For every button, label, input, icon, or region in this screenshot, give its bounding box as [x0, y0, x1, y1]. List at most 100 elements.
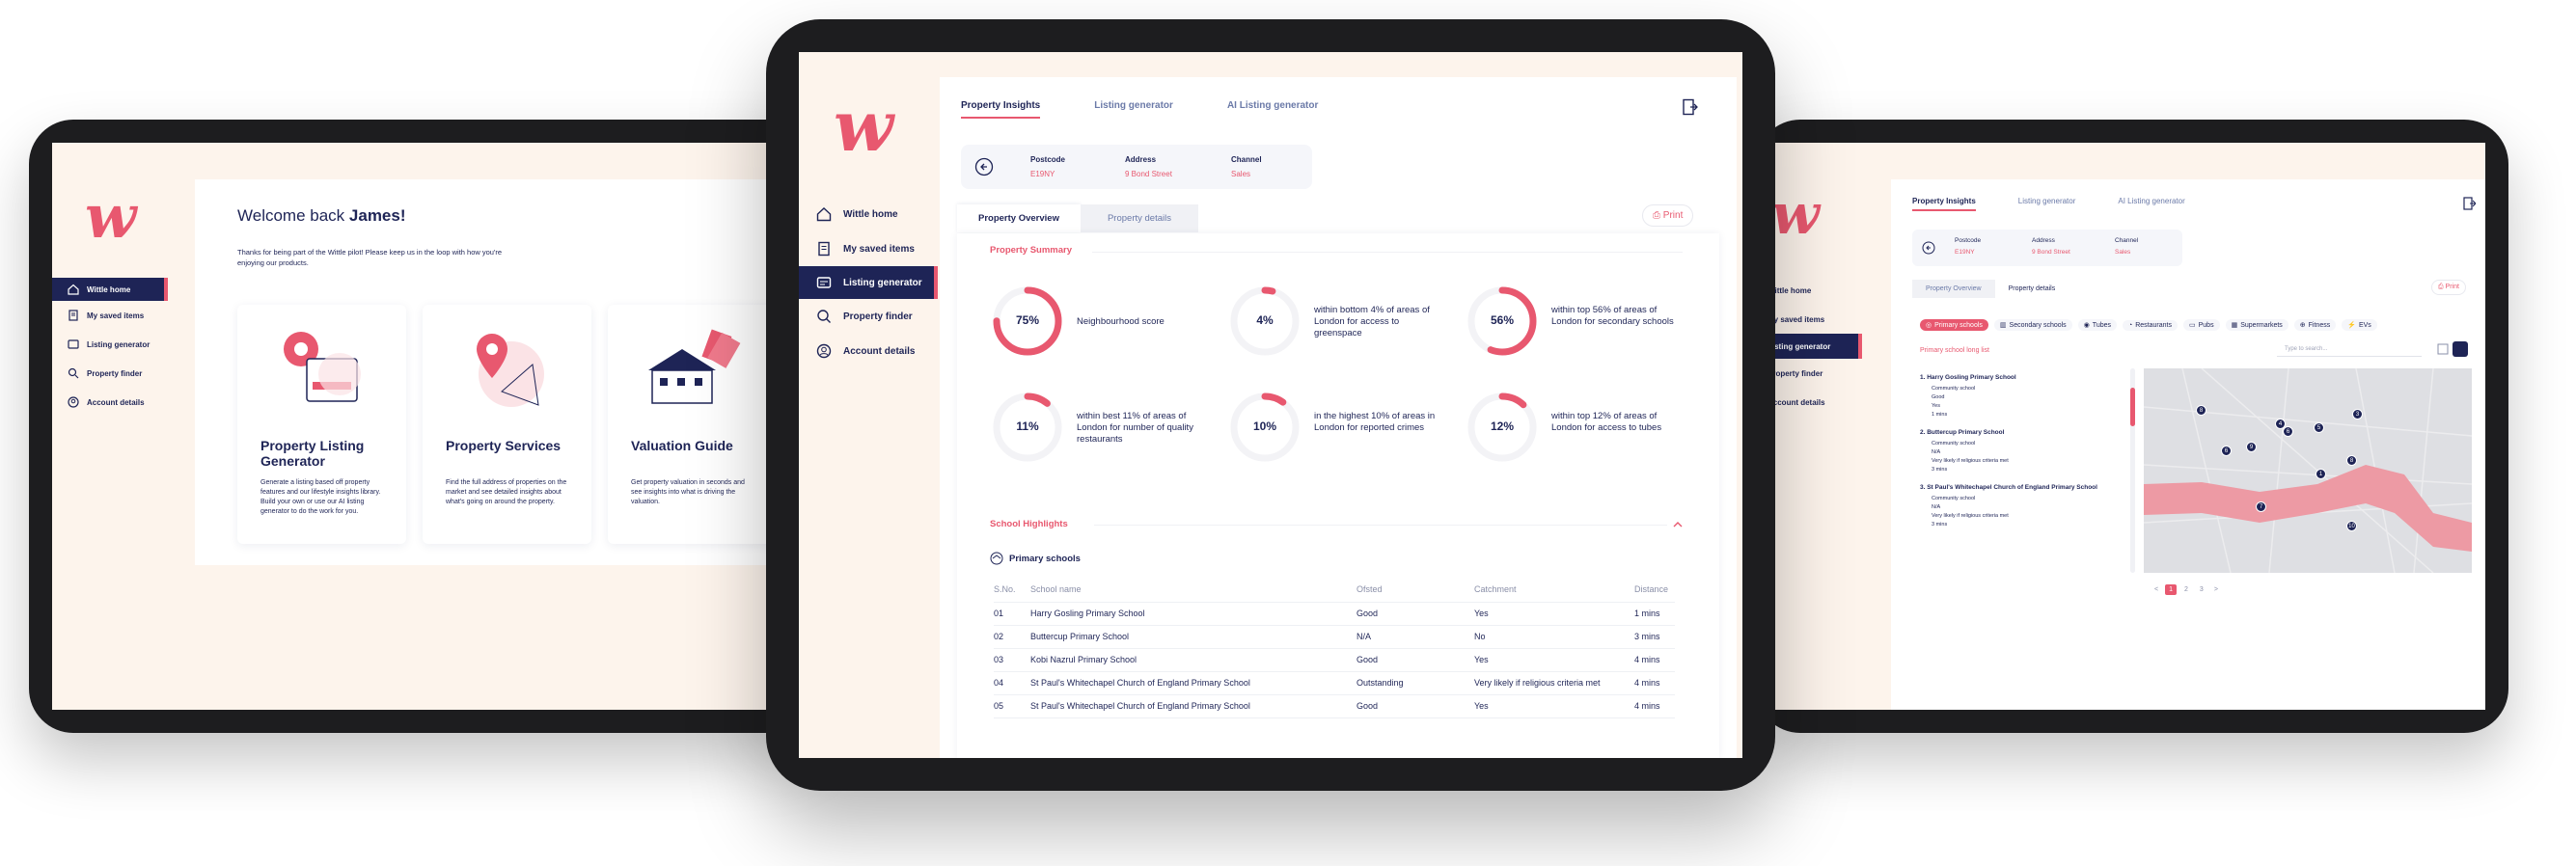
tab-property-insights[interactable]: Property Insights — [961, 100, 1041, 119]
logout-icon[interactable] — [1681, 98, 1698, 116]
sidebar-item-wittle-home[interactable]: Wittle home — [52, 278, 168, 301]
map[interactable]: 8 4 6 5 9 1 8 7 10 3 6 — [2144, 368, 2472, 573]
list-view-icon[interactable] — [2453, 341, 2468, 357]
subtab-property-details[interactable]: Property details — [1080, 204, 1198, 232]
table-row[interactable]: 05 St Paul's Whitechapel Church of Englan… — [994, 694, 1675, 718]
map-pin[interactable]: 8 — [2196, 405, 2206, 416]
cell: 4 mins — [1634, 648, 1675, 672]
chevron-up-icon[interactable] — [1673, 521, 1683, 528]
school-attr: Good — [1932, 394, 1945, 400]
cell: Good — [1357, 694, 1474, 718]
chip-tubes[interactable]: ◉ Tubes — [2077, 319, 2117, 331]
table-row[interactable]: 02 Buttercup Primary School N/A No 3 mins — [994, 625, 1675, 649]
map-pin[interactable]: 6 — [2283, 426, 2293, 437]
subtab-property-overview[interactable]: Property Overview — [1912, 280, 1995, 298]
table-row[interactable]: 04 St Paul's Whitechapel Church of Englan… — [994, 671, 1675, 695]
sidebar-item-label: Listing generator — [87, 339, 151, 349]
sidebar-item-property-finder[interactable]: Property finder — [52, 359, 168, 388]
tab-ai-listing-generator[interactable]: AI Listing generator — [2118, 197, 2184, 211]
cell: 04 — [994, 671, 1030, 695]
list-item[interactable]: 3. St Paul's Whitechapel Church of Engla… — [1920, 484, 2123, 529]
school-name: 2. Buttercup Primary School — [1920, 429, 2005, 436]
tab-property-insights[interactable]: Property Insights — [1912, 197, 1976, 211]
map-pin-illustration — [477, 334, 544, 407]
sidebar-item-listing-generator[interactable]: Listing generator — [799, 266, 938, 299]
print-button[interactable]: ⎙ Print — [1642, 204, 1694, 227]
wittle-logo[interactable]: w — [85, 181, 136, 252]
cell: Outstanding — [1357, 671, 1474, 695]
info-value: Sales — [2115, 249, 2131, 256]
sidebar-item-account-details[interactable]: Account details — [52, 388, 168, 417]
cell: Good — [1357, 648, 1474, 672]
subtab-property-details[interactable]: Property details — [1995, 280, 2069, 298]
map-pin[interactable]: 9 — [2246, 442, 2257, 452]
chip-secondary-schools[interactable]: ▥ Secondary schools — [1993, 319, 2072, 331]
pagination-page[interactable]: 2 — [2180, 584, 2192, 595]
kpi-description: Neighbourhood score — [1077, 316, 1165, 327]
chip-supermarkets[interactable]: ▦ Supermarkets — [2225, 319, 2288, 331]
sidebar-item-property-finder[interactable]: Property finder — [799, 299, 938, 334]
pagination-page[interactable]: 1 — [2165, 584, 2177, 595]
sidebar-item-my-saved-items[interactable]: My saved items — [799, 231, 938, 266]
school-attr: Very likely if religious criteria met — [1932, 458, 2009, 464]
kpi-value: 75% — [1015, 313, 1040, 327]
subtab-property-overview[interactable]: Property Overview — [957, 204, 1081, 232]
sidebar-item-listing-generator[interactable]: Listing generator — [52, 330, 168, 359]
map-pin[interactable]: 1 — [2316, 469, 2326, 479]
sidebar-item-my-saved-items[interactable]: My saved items — [52, 301, 168, 330]
sidebar-item-label: Wittle home — [87, 284, 131, 294]
cell: 01 — [994, 602, 1030, 626]
tab-listing-generator[interactable]: Listing generator — [1094, 100, 1173, 119]
back-arrow-icon[interactable] — [974, 157, 994, 176]
product-card[interactable]: Valuation Guide Get property valuation i… — [608, 305, 777, 544]
list-scrollbar[interactable] — [2130, 368, 2135, 573]
kpi-item: 11% within best 11% of areas of London fo… — [990, 390, 1221, 467]
chip-primary-schools[interactable]: ◎ Primary schools — [1920, 319, 1988, 331]
kpi-value: 56% — [1490, 313, 1515, 327]
map-pin[interactable]: 6 — [2221, 446, 2232, 456]
chip-restaurants[interactable]: ◔ Restaurants — [2123, 320, 2178, 331]
column-header: S.No. — [994, 577, 1030, 603]
tab-listing-generator[interactable]: Listing generator — [2018, 197, 2076, 211]
map-pin[interactable]: 10 — [2346, 521, 2357, 531]
wittle-logo[interactable]: w — [834, 85, 893, 167]
kpi-value: 11% — [1016, 419, 1039, 433]
sidebar-item-account-details[interactable]: Account details — [799, 334, 938, 368]
product-card[interactable]: Property Services Find the full address … — [423, 305, 591, 544]
sidebar-item-wittle-home[interactable]: Wittle home — [799, 197, 938, 231]
cell: Very likely if religious criteria met — [1474, 671, 1634, 695]
school-attr: N/A — [1932, 449, 1941, 455]
chip-evs[interactable]: ⚡ EVs — [2342, 319, 2377, 331]
sidebar-item-label: Property finder — [843, 311, 913, 322]
back-arrow-icon[interactable] — [1922, 241, 1935, 255]
pagination-page[interactable]: 3 — [2196, 584, 2207, 595]
chip-label: Fitness — [2308, 321, 2331, 329]
info-value: E19NY — [1955, 249, 1975, 256]
search-input[interactable]: Type to search... — [2277, 343, 2422, 357]
wittle-logo[interactable]: w — [1771, 181, 1820, 247]
list-item[interactable]: 1. Harry Gosling Primary School Communit… — [1920, 374, 2123, 419]
table-row[interactable]: 01 Harry Gosling Primary School Good Yes 1 m… — [994, 602, 1675, 626]
map-pin[interactable]: 3 — [2352, 409, 2363, 419]
logout-icon[interactable] — [2462, 197, 2476, 210]
grid-view-icon[interactable] — [2437, 343, 2449, 355]
tab-ai-listing-generator[interactable]: AI Listing generator — [1227, 100, 1318, 119]
map-pin[interactable]: 5 — [2314, 422, 2324, 433]
print-button[interactable]: ⎙ Print — [2431, 280, 2466, 295]
pagination-next[interactable]: > — [2211, 584, 2221, 595]
map-pin[interactable]: 7 — [2256, 501, 2266, 512]
chip-fitness[interactable]: ⊕ Fitness — [2293, 319, 2337, 331]
map-pin[interactable]: 8 — [2346, 455, 2357, 466]
search-icon — [68, 367, 79, 379]
list-item[interactable]: 2. Buttercup Primary School Community sc… — [1920, 429, 2123, 474]
print-label: Print — [1662, 210, 1684, 221]
info-value: Sales — [1231, 170, 1251, 178]
kpi-value: 12% — [1490, 419, 1515, 433]
pagination-prev[interactable]: < — [2151, 584, 2161, 595]
table-row[interactable]: 03 Kobi Nazrul Primary School Good Yes 4 min… — [994, 648, 1675, 672]
divider — [1094, 525, 1667, 526]
left-screen: w Wittle home My saved items Listing gen… — [52, 143, 820, 710]
cell: 02 — [994, 625, 1030, 649]
chip-pubs[interactable]: ▭ Pubs — [2182, 319, 2220, 331]
product-card[interactable]: Property Listing Generator Generate a li… — [237, 305, 406, 544]
